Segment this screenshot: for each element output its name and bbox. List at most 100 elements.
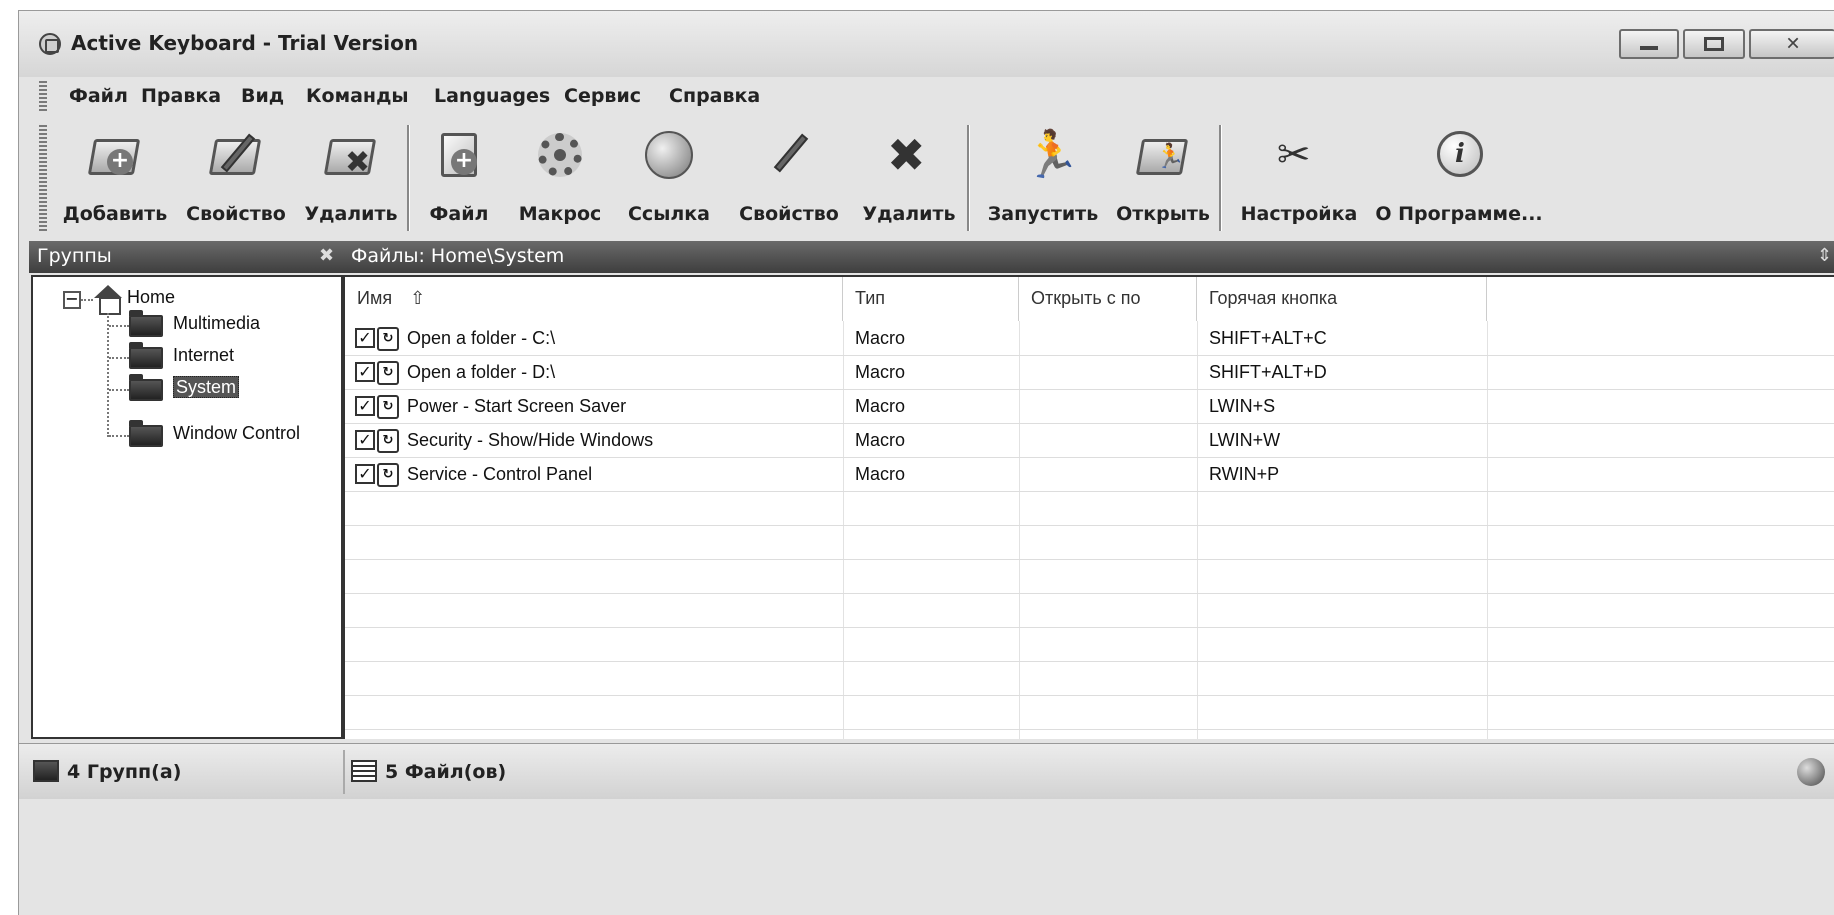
tree-node-system[interactable]: System — [173, 376, 240, 401]
row-name: Power - Start Screen Saver — [407, 396, 627, 416]
row-type: Macro — [855, 464, 906, 484]
empty-row — [345, 595, 1834, 628]
about-button[interactable]: i О Программе... — [1371, 121, 1547, 237]
empty-row — [345, 493, 1834, 526]
delete-x-icon: ✖ — [887, 128, 926, 182]
menu-service[interactable]: Сервис — [564, 85, 641, 107]
groups-panel-title: Группы — [37, 245, 112, 267]
table-row[interactable]: ✓ ↻ Power - Start Screen Saver Macro LWI… — [345, 391, 1834, 424]
toolbar-separator — [407, 125, 410, 231]
folder-icon — [33, 760, 59, 782]
files-panel-pin-icon[interactable]: ⇕ — [1817, 245, 1832, 266]
files-table: Имя ⇧ Тип Открыть с по Горячая кнопка ✓ ↻… — [343, 275, 1834, 739]
row-name: Open a folder - D:\ — [407, 362, 556, 382]
menu-view[interactable]: Вид — [241, 85, 284, 107]
close-icon: ✕ — [1785, 33, 1801, 55]
macro-icon: ↻ — [377, 327, 399, 351]
empty-row — [345, 527, 1834, 560]
row-hotkey: SHIFT+ALT+D — [1209, 362, 1327, 382]
row-checkbox[interactable]: ✓ — [355, 328, 375, 348]
files-panel-header: Файлы: Home\System ⇕ — [343, 241, 1834, 273]
menu-help[interactable]: Справка — [669, 85, 760, 107]
run-button[interactable]: 🏃 Запустить — [977, 121, 1109, 237]
tree-node-window-control[interactable]: Window Control — [173, 423, 300, 447]
row-name: Security - Show/Hide Windows — [407, 430, 654, 450]
folder-icon — [129, 342, 163, 369]
app-window: Active Keyboard - Trial Version ✕ Файл П… — [18, 10, 1834, 915]
toolbar-grip[interactable] — [39, 125, 47, 233]
menu-languages[interactable]: Languages — [434, 85, 550, 107]
collapse-icon[interactable]: − — [63, 291, 81, 309]
menu-grip[interactable] — [39, 81, 47, 113]
list-icon — [351, 760, 377, 782]
delete-item-button[interactable]: ✖ Удалить — [855, 121, 963, 237]
group-properties-button[interactable]: Свойство — [171, 121, 301, 237]
row-type: Macro — [855, 430, 906, 450]
runner-icon: 🏃 — [1023, 127, 1081, 181]
item-properties-button[interactable]: Свойство — [725, 121, 853, 237]
close-button[interactable]: ✕ — [1749, 29, 1834, 59]
maximize-icon — [1704, 37, 1724, 51]
macro-icon: ↻ — [377, 463, 399, 487]
toolbar: + Добавить Свойство ✖ Удалить + Файл Мак… — [19, 117, 1834, 241]
row-checkbox[interactable]: ✓ — [355, 464, 375, 484]
tree-node-multimedia[interactable]: Multimedia — [173, 313, 260, 337]
new-link-button[interactable]: Ссылка — [615, 121, 723, 237]
row-checkbox[interactable]: ✓ — [355, 362, 375, 382]
folder-open-icon — [129, 374, 163, 401]
table-row[interactable]: ✓ ↻ Open a folder - D:\ Macro SHIFT+ALT+… — [345, 357, 1834, 390]
table-row[interactable]: ✓ ↻ Security - Show/Hide Windows Macro L… — [345, 425, 1834, 458]
row-checkbox[interactable]: ✓ — [355, 396, 375, 416]
delete-group-button[interactable]: ✖ Удалить — [301, 121, 401, 237]
row-hotkey: RWIN+P — [1209, 464, 1280, 484]
folder-icon — [129, 420, 163, 447]
info-icon: i — [1431, 127, 1487, 183]
tree-node-home[interactable]: Home — [127, 287, 175, 311]
network-globe-icon — [1797, 758, 1825, 786]
empty-row — [345, 663, 1834, 696]
row-name: Service - Control Panel — [407, 464, 593, 484]
row-name: Open a folder - C:\ — [407, 328, 556, 348]
row-checkbox[interactable]: ✓ — [355, 430, 375, 450]
status-divider — [343, 750, 345, 794]
row-hotkey: LWIN+S — [1209, 396, 1276, 416]
macro-icon: ↻ — [377, 429, 399, 453]
menu-bar: Файл Правка Вид Команды Languages Сервис… — [19, 77, 1834, 117]
row-type: Macro — [855, 362, 906, 382]
new-macro-button[interactable]: Макрос — [505, 121, 615, 237]
table-row[interactable]: ✓ ↻ Open a folder - C:\ Macro SHIFT+ALT+… — [345, 323, 1834, 356]
minimize-button[interactable] — [1619, 29, 1679, 59]
menu-commands[interactable]: Команды — [306, 85, 409, 107]
groups-panel-header: Группы ✖ — [29, 241, 345, 273]
minimize-icon — [1640, 46, 1658, 50]
add-group-button[interactable]: + Добавить — [59, 121, 171, 237]
add-file-icon: + — [431, 127, 487, 183]
tools-icon: ✂ — [1277, 132, 1311, 178]
macro-icon: ↻ — [377, 395, 399, 419]
pencil-icon — [761, 127, 817, 183]
new-file-button[interactable]: + Файл — [417, 121, 501, 237]
toolbar-separator — [1219, 125, 1222, 231]
column-header-name[interactable]: Имя ⇧ — [345, 277, 843, 321]
status-bar: 4 Групп(а) 5 Файл(ов) — [19, 743, 1834, 799]
column-header-hotkey[interactable]: Горячая кнопка — [1197, 277, 1487, 321]
title-bar[interactable]: Active Keyboard - Trial Version ✕ — [19, 11, 1834, 77]
settings-button[interactable]: ✂ Настройка — [1229, 121, 1369, 237]
macro-icon: ↻ — [377, 361, 399, 385]
table-row[interactable]: ✓ ↻ Service - Control Panel Macro RWIN+P — [345, 459, 1834, 492]
groups-panel-close-icon[interactable]: ✖ — [319, 245, 334, 266]
empty-row — [345, 561, 1834, 594]
tree-node-internet[interactable]: Internet — [173, 345, 234, 369]
files-count: 5 Файл(ов) — [385, 761, 507, 783]
open-folder-icon: 🏃 — [1135, 127, 1191, 183]
menu-file[interactable]: Файл — [69, 85, 128, 107]
open-button[interactable]: 🏃 Открыть — [1111, 121, 1215, 237]
column-header-open-with[interactable]: Открыть с по — [1019, 277, 1197, 321]
globe-icon — [641, 127, 697, 183]
row-hotkey: SHIFT+ALT+C — [1209, 328, 1327, 348]
gear-icon — [532, 127, 588, 183]
menu-edit[interactable]: Правка — [141, 85, 221, 107]
column-header-type[interactable]: Тип — [843, 277, 1019, 321]
maximize-button[interactable] — [1683, 29, 1745, 59]
toolbar-separator — [967, 125, 970, 231]
